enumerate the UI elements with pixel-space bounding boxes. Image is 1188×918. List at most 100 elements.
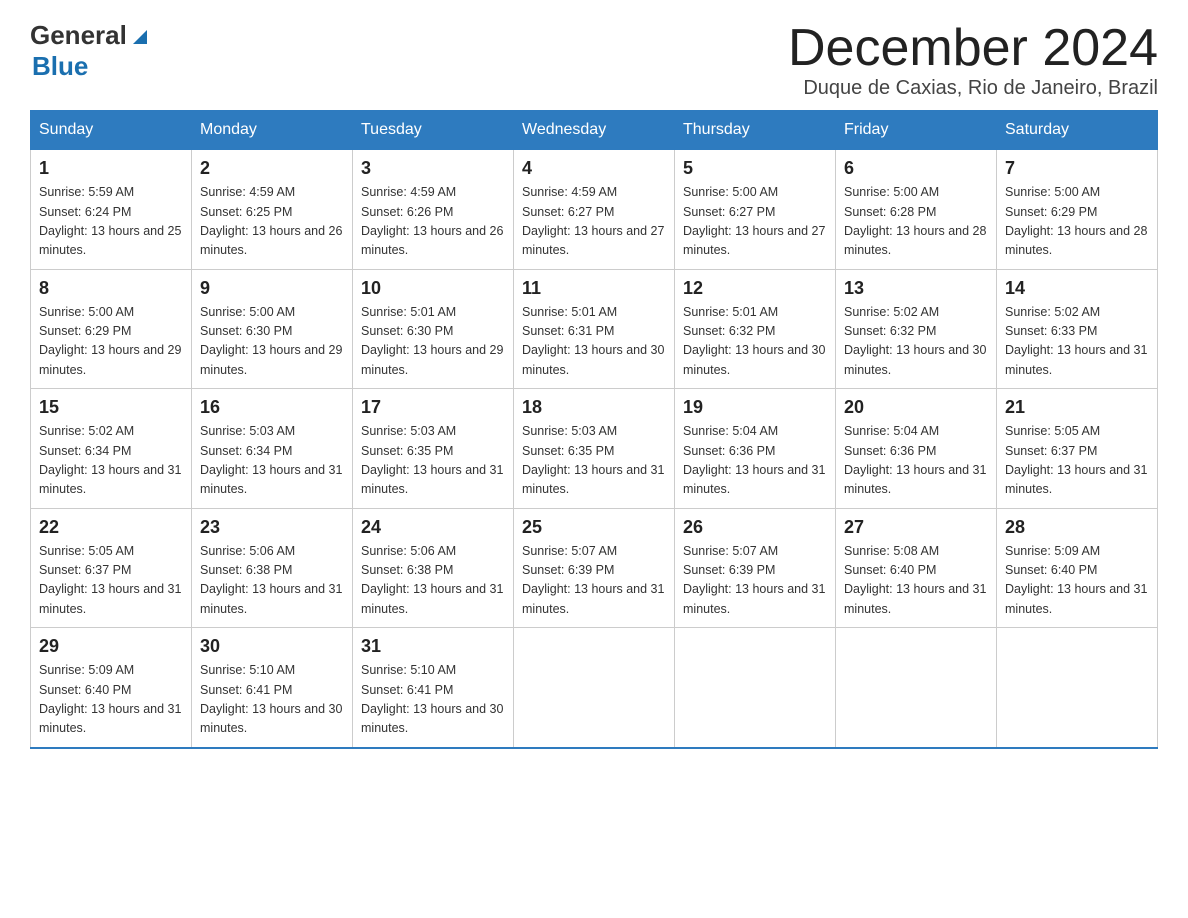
table-row: 1 Sunrise: 5:59 AMSunset: 6:24 PMDayligh… — [31, 150, 192, 270]
calendar-week-row: 8 Sunrise: 5:00 AMSunset: 6:29 PMDayligh… — [31, 269, 1158, 389]
table-row: 19 Sunrise: 5:04 AMSunset: 6:36 PMDaylig… — [675, 389, 836, 509]
calendar-week-row: 15 Sunrise: 5:02 AMSunset: 6:34 PMDaylig… — [31, 389, 1158, 509]
title-area: December 2024 Duque de Caxias, Rio de Ja… — [788, 20, 1158, 100]
calendar-week-row: 1 Sunrise: 5:59 AMSunset: 6:24 PMDayligh… — [31, 150, 1158, 270]
day-number: 27 — [844, 517, 988, 538]
day-number: 21 — [1005, 397, 1149, 418]
day-number: 15 — [39, 397, 183, 418]
table-row: 2 Sunrise: 4:59 AMSunset: 6:25 PMDayligh… — [192, 150, 353, 270]
day-info: Sunrise: 5:00 AMSunset: 6:29 PMDaylight:… — [39, 303, 183, 381]
table-row: 25 Sunrise: 5:07 AMSunset: 6:39 PMDaylig… — [514, 508, 675, 628]
day-info: Sunrise: 5:10 AMSunset: 6:41 PMDaylight:… — [200, 661, 344, 739]
table-row — [997, 628, 1158, 748]
day-info: Sunrise: 5:07 AMSunset: 6:39 PMDaylight:… — [522, 542, 666, 620]
day-number: 13 — [844, 278, 988, 299]
day-number: 2 — [200, 158, 344, 179]
day-info: Sunrise: 5:03 AMSunset: 6:34 PMDaylight:… — [200, 422, 344, 500]
table-row: 21 Sunrise: 5:05 AMSunset: 6:37 PMDaylig… — [997, 389, 1158, 509]
day-info: Sunrise: 5:05 AMSunset: 6:37 PMDaylight:… — [1005, 422, 1149, 500]
day-info: Sunrise: 5:04 AMSunset: 6:36 PMDaylight:… — [683, 422, 827, 500]
day-number: 22 — [39, 517, 183, 538]
day-number: 30 — [200, 636, 344, 657]
table-row: 18 Sunrise: 5:03 AMSunset: 6:35 PMDaylig… — [514, 389, 675, 509]
day-info: Sunrise: 5:01 AMSunset: 6:32 PMDaylight:… — [683, 303, 827, 381]
day-number: 6 — [844, 158, 988, 179]
day-number: 20 — [844, 397, 988, 418]
day-info: Sunrise: 4:59 AMSunset: 6:25 PMDaylight:… — [200, 183, 344, 261]
table-row: 31 Sunrise: 5:10 AMSunset: 6:41 PMDaylig… — [353, 628, 514, 748]
day-info: Sunrise: 5:02 AMSunset: 6:34 PMDaylight:… — [39, 422, 183, 500]
header-monday: Monday — [192, 111, 353, 150]
day-info: Sunrise: 5:01 AMSunset: 6:30 PMDaylight:… — [361, 303, 505, 381]
day-number: 10 — [361, 278, 505, 299]
header-tuesday: Tuesday — [353, 111, 514, 150]
day-info: Sunrise: 5:00 AMSunset: 6:28 PMDaylight:… — [844, 183, 988, 261]
table-row: 8 Sunrise: 5:00 AMSunset: 6:29 PMDayligh… — [31, 269, 192, 389]
table-row: 16 Sunrise: 5:03 AMSunset: 6:34 PMDaylig… — [192, 389, 353, 509]
table-row: 29 Sunrise: 5:09 AMSunset: 6:40 PMDaylig… — [31, 628, 192, 748]
day-info: Sunrise: 5:04 AMSunset: 6:36 PMDaylight:… — [844, 422, 988, 500]
day-number: 26 — [683, 517, 827, 538]
day-info: Sunrise: 5:09 AMSunset: 6:40 PMDaylight:… — [39, 661, 183, 739]
table-row: 15 Sunrise: 5:02 AMSunset: 6:34 PMDaylig… — [31, 389, 192, 509]
day-info: Sunrise: 5:03 AMSunset: 6:35 PMDaylight:… — [361, 422, 505, 500]
header-thursday: Thursday — [675, 111, 836, 150]
table-row — [675, 628, 836, 748]
day-number: 4 — [522, 158, 666, 179]
table-row: 14 Sunrise: 5:02 AMSunset: 6:33 PMDaylig… — [997, 269, 1158, 389]
day-number: 7 — [1005, 158, 1149, 179]
table-row: 23 Sunrise: 5:06 AMSunset: 6:38 PMDaylig… — [192, 508, 353, 628]
day-number: 29 — [39, 636, 183, 657]
table-row: 27 Sunrise: 5:08 AMSunset: 6:40 PMDaylig… — [836, 508, 997, 628]
day-number: 31 — [361, 636, 505, 657]
table-row: 10 Sunrise: 5:01 AMSunset: 6:30 PMDaylig… — [353, 269, 514, 389]
day-info: Sunrise: 5:00 AMSunset: 6:30 PMDaylight:… — [200, 303, 344, 381]
day-number: 17 — [361, 397, 505, 418]
table-row: 24 Sunrise: 5:06 AMSunset: 6:38 PMDaylig… — [353, 508, 514, 628]
month-title: December 2024 — [788, 20, 1158, 77]
table-row: 30 Sunrise: 5:10 AMSunset: 6:41 PMDaylig… — [192, 628, 353, 748]
day-number: 9 — [200, 278, 344, 299]
day-number: 8 — [39, 278, 183, 299]
logo-blue-text: Blue — [32, 51, 88, 82]
table-row: 4 Sunrise: 4:59 AMSunset: 6:27 PMDayligh… — [514, 150, 675, 270]
location-title: Duque de Caxias, Rio de Janeiro, Brazil — [788, 77, 1158, 100]
day-info: Sunrise: 5:06 AMSunset: 6:38 PMDaylight:… — [361, 542, 505, 620]
logo-triangle-icon — [129, 24, 151, 46]
day-info: Sunrise: 5:02 AMSunset: 6:32 PMDaylight:… — [844, 303, 988, 381]
day-info: Sunrise: 5:05 AMSunset: 6:37 PMDaylight:… — [39, 542, 183, 620]
day-info: Sunrise: 4:59 AMSunset: 6:26 PMDaylight:… — [361, 183, 505, 261]
header-friday: Friday — [836, 111, 997, 150]
day-number: 11 — [522, 278, 666, 299]
day-info: Sunrise: 5:07 AMSunset: 6:39 PMDaylight:… — [683, 542, 827, 620]
calendar-table: Sunday Monday Tuesday Wednesday Thursday… — [30, 110, 1158, 749]
day-number: 3 — [361, 158, 505, 179]
logo-general-text: General — [30, 20, 127, 51]
day-info: Sunrise: 5:01 AMSunset: 6:31 PMDaylight:… — [522, 303, 666, 381]
day-number: 19 — [683, 397, 827, 418]
header-sunday: Sunday — [31, 111, 192, 150]
day-info: Sunrise: 5:08 AMSunset: 6:40 PMDaylight:… — [844, 542, 988, 620]
table-row — [836, 628, 997, 748]
table-row — [514, 628, 675, 748]
day-info: Sunrise: 5:00 AMSunset: 6:27 PMDaylight:… — [683, 183, 827, 261]
day-number: 1 — [39, 158, 183, 179]
day-number: 25 — [522, 517, 666, 538]
day-number: 18 — [522, 397, 666, 418]
day-number: 23 — [200, 517, 344, 538]
day-info: Sunrise: 5:59 AMSunset: 6:24 PMDaylight:… — [39, 183, 183, 261]
header: General Blue December 2024 Duque de Caxi… — [30, 20, 1158, 100]
table-row: 9 Sunrise: 5:00 AMSunset: 6:30 PMDayligh… — [192, 269, 353, 389]
day-info: Sunrise: 5:00 AMSunset: 6:29 PMDaylight:… — [1005, 183, 1149, 261]
day-number: 24 — [361, 517, 505, 538]
weekday-header-row: Sunday Monday Tuesday Wednesday Thursday… — [31, 111, 1158, 150]
table-row: 13 Sunrise: 5:02 AMSunset: 6:32 PMDaylig… — [836, 269, 997, 389]
logo: General Blue — [30, 20, 151, 82]
day-info: Sunrise: 4:59 AMSunset: 6:27 PMDaylight:… — [522, 183, 666, 261]
table-row: 12 Sunrise: 5:01 AMSunset: 6:32 PMDaylig… — [675, 269, 836, 389]
table-row: 20 Sunrise: 5:04 AMSunset: 6:36 PMDaylig… — [836, 389, 997, 509]
table-row: 28 Sunrise: 5:09 AMSunset: 6:40 PMDaylig… — [997, 508, 1158, 628]
table-row: 17 Sunrise: 5:03 AMSunset: 6:35 PMDaylig… — [353, 389, 514, 509]
day-info: Sunrise: 5:09 AMSunset: 6:40 PMDaylight:… — [1005, 542, 1149, 620]
header-saturday: Saturday — [997, 111, 1158, 150]
